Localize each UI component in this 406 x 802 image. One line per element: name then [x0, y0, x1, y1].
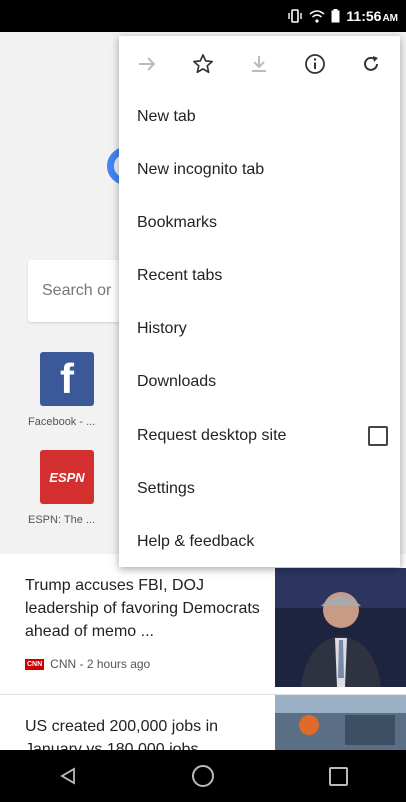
tile-facebook[interactable]: f Facebook - ... — [28, 352, 118, 428]
menu-item-bookmarks[interactable]: Bookmarks — [119, 196, 400, 249]
status-bar: 11:56AM — [0, 0, 406, 32]
news-thumbnail — [275, 695, 406, 750]
menu-item-new-tab[interactable]: New tab — [119, 90, 400, 143]
refresh-icon — [364, 55, 378, 71]
page-info-button[interactable] — [287, 36, 343, 91]
facebook-icon: f — [40, 352, 94, 406]
recents-button[interactable] — [308, 750, 368, 802]
menu-item-request-desktop-site[interactable]: Request desktop site — [119, 409, 400, 462]
menu-item-help-feedback[interactable]: Help & feedback — [119, 515, 400, 568]
news-thumbnail — [275, 568, 406, 687]
search-placeholder: Search or — [42, 282, 112, 299]
tile-label: Facebook - ... — [28, 416, 96, 428]
navigation-bar — [0, 750, 406, 802]
menu-item-downloads[interactable]: Downloads — [119, 355, 400, 408]
request-desktop-checkbox[interactable] — [368, 426, 388, 446]
menu-toolbar — [119, 36, 400, 91]
download-icon — [252, 55, 266, 72]
bookmark-star-icon — [193, 53, 213, 73]
menu-item-settings[interactable]: Settings — [119, 462, 400, 515]
home-button[interactable] — [173, 750, 233, 802]
menu-item-label: Request desktop site — [137, 426, 287, 444]
wifi-icon — [309, 9, 325, 23]
news-feed: Trump accuses FBI, DOJ leadership of fav… — [0, 554, 406, 750]
info-icon — [305, 53, 325, 74]
news-title: US created 200,000 jobs in January vs 18… — [25, 718, 219, 750]
status-time: 11:56AM — [346, 8, 398, 24]
recents-icon — [328, 766, 348, 786]
status-icons: 11:56AM — [287, 0, 398, 32]
back-button[interactable] — [38, 750, 98, 802]
news-card[interactable]: US created 200,000 jobs in January vs 18… — [0, 695, 406, 750]
home-icon — [191, 765, 214, 787]
menu-item-new-incognito-tab[interactable]: New incognito tab — [119, 143, 400, 196]
news-source: CNN CNN - 2 hours ago — [25, 657, 150, 671]
vibrate-icon — [288, 9, 303, 23]
back-icon — [59, 767, 75, 785]
battery-icon — [331, 9, 340, 23]
news-source-text: CNN - 2 hours ago — [50, 657, 151, 671]
espn-icon: ESPN — [40, 450, 94, 504]
bookmark-button[interactable] — [175, 36, 231, 91]
news-card[interactable]: Trump accuses FBI, DOJ leadership of fav… — [0, 554, 406, 694]
menu-item-recent-tabs[interactable]: Recent tabs — [119, 249, 400, 302]
refresh-button[interactable] — [343, 36, 399, 91]
tile-label: ESPN: The ... — [28, 514, 96, 526]
tile-espn[interactable]: ESPN ESPN: The ... — [28, 450, 118, 526]
cnn-logo-icon: CNN — [25, 658, 45, 670]
download-page-button[interactable] — [231, 36, 287, 91]
overflow-menu: New tab New incognito tab Bookmarks Rece… — [119, 36, 400, 567]
forward-icon — [139, 56, 156, 71]
forward-button[interactable] — [119, 36, 175, 91]
menu-item-history[interactable]: History — [119, 302, 400, 355]
news-title: Trump accuses FBI, DOJ leadership of fav… — [25, 577, 260, 640]
